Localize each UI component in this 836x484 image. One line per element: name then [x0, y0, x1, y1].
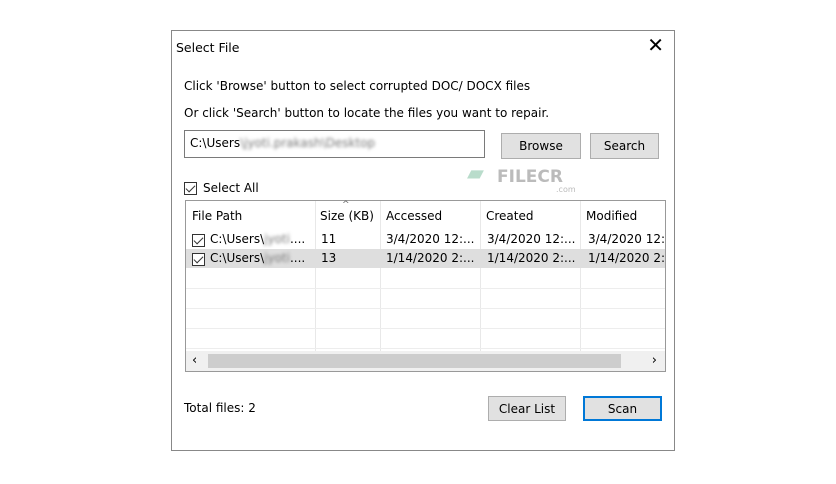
total-files-value: 2: [248, 401, 256, 415]
select-all-label: Select All: [203, 181, 259, 195]
file-path: C:\Users\: [210, 232, 265, 246]
file-size: 11: [321, 232, 337, 246]
file-path-ellipsis: ....: [289, 251, 306, 265]
column-header-created[interactable]: Created: [486, 209, 534, 223]
table-row[interactable]: C:\Users\jyoti.... 13 1/14/2020 2:... 1/…: [186, 249, 665, 268]
file-path-blurred: jyoti: [264, 232, 290, 246]
file-path-ellipsis: ....: [289, 232, 306, 246]
file-path-blurred: jyoti: [264, 251, 290, 265]
column-header-file-path[interactable]: File Path: [192, 209, 242, 223]
table-row[interactable]: C:\Users\jyoti.... 11 3/4/2020 12:... 3/…: [186, 230, 665, 249]
scan-button[interactable]: Scan: [583, 396, 662, 421]
watermark-text: FILECR: [497, 167, 563, 187]
total-files: Total files: 2: [184, 401, 256, 415]
watermark-logo: ▰: [467, 161, 484, 186]
dialog-title: Select File: [176, 40, 240, 55]
file-accessed: 1/14/2020 2:...: [386, 251, 475, 265]
column-header-accessed[interactable]: Accessed: [386, 209, 442, 223]
path-blurred: \jyoti.prakash\Desktop: [240, 136, 376, 150]
search-button[interactable]: Search: [590, 133, 659, 159]
row-checkbox[interactable]: [192, 234, 205, 247]
file-modified: 1/14/2020 2:: [588, 251, 666, 265]
scroll-left-icon[interactable]: ‹: [192, 353, 197, 368]
instruction-line-1: Click 'Browse' button to select corrupte…: [184, 79, 531, 93]
file-size: 13: [321, 251, 337, 265]
close-icon[interactable]: ✕: [647, 35, 664, 55]
row-checkbox[interactable]: [192, 253, 205, 266]
clear-list-button[interactable]: Clear List: [488, 396, 566, 421]
file-path: C:\Users\: [210, 251, 265, 265]
checkbox-icon: [184, 181, 197, 195]
watermark-sub: .com: [556, 185, 576, 194]
browse-button[interactable]: Browse: [501, 133, 581, 159]
scroll-right-icon[interactable]: ›: [652, 353, 657, 368]
horizontal-scrollbar[interactable]: ‹ ›: [186, 351, 665, 371]
total-files-label: Total files:: [184, 401, 245, 415]
file-list-table: ^ File Path Size (KB) Accessed Created M…: [185, 200, 666, 372]
file-created: 1/14/2020 2:...: [487, 251, 576, 265]
scrollbar-thumb[interactable]: [208, 354, 621, 368]
column-header-size[interactable]: Size (KB): [320, 209, 374, 223]
file-accessed: 3/4/2020 12:...: [386, 232, 475, 246]
instruction-line-2: Or click 'Search' button to locate the f…: [184, 106, 550, 120]
path-input[interactable]: C:\Users\jyoti.prakash\Desktop: [184, 130, 485, 158]
path-prefix: C:\Users: [190, 136, 241, 150]
column-header-modified[interactable]: Modified: [586, 209, 637, 223]
file-modified: 3/4/2020 12:: [588, 232, 666, 246]
select-all-checkbox[interactable]: Select All: [184, 181, 259, 195]
file-created: 3/4/2020 12:...: [487, 232, 576, 246]
